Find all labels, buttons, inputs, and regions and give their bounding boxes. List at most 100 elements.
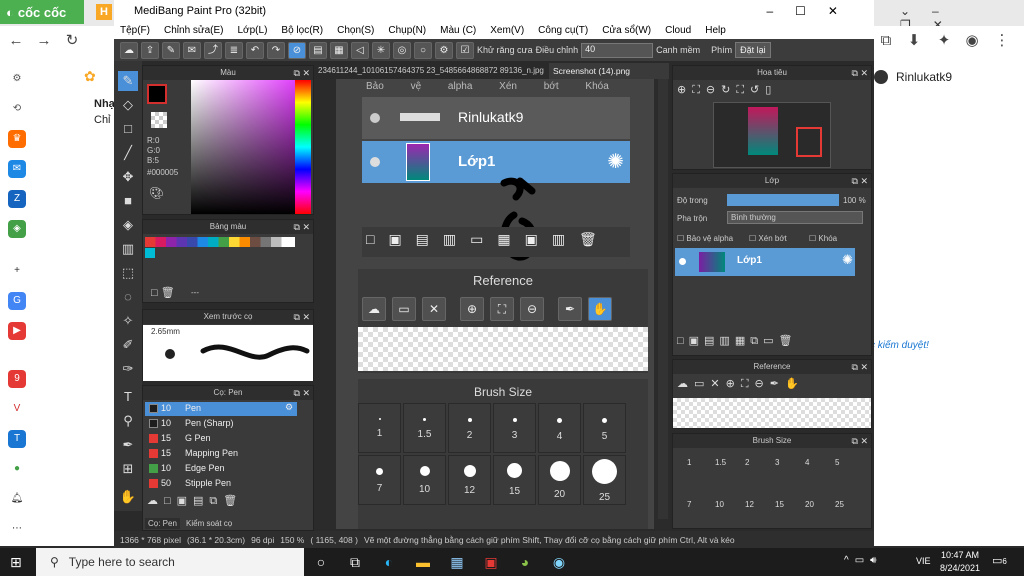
gear-icon[interactable]: ⚙ xyxy=(435,41,453,59)
undo-icon[interactable]: ↶ xyxy=(246,41,264,59)
brush-item[interactable]: 10 Edge Pen xyxy=(145,462,297,476)
messenger-icon[interactable]: ✉ xyxy=(8,160,26,178)
shop-icon[interactable]: 9 xyxy=(8,370,26,388)
menu-icon[interactable]: ⋮ xyxy=(992,31,1012,51)
divide-tool-icon[interactable]: ⊞ xyxy=(118,459,138,479)
cortana-icon[interactable]: ○ xyxy=(304,548,338,576)
correction-select[interactable]: 40 xyxy=(581,42,654,58)
reset-button[interactable]: Đặt lại xyxy=(735,42,771,58)
concentric-icon[interactable]: ◎ xyxy=(393,41,411,59)
coccoc-taskbar-icon[interactable]: ◕ xyxy=(508,548,542,576)
brush-item[interactable]: 10 Pen ⚙ xyxy=(145,402,297,416)
radial-icon[interactable]: ✳ xyxy=(372,41,390,59)
panel-close-icon[interactable]: ⧉ ✕ xyxy=(294,310,310,324)
layer-row[interactable]: Lớp1 ✺ xyxy=(675,248,855,276)
menu-tools[interactable]: Công cụ(T) xyxy=(538,25,588,36)
brush-settings-icon[interactable]: ⚙ xyxy=(285,402,293,413)
brush-size-grid[interactable]: 1 1.5 2 3 4 5 7 10 12 15 20 25 xyxy=(675,450,855,528)
panel-close-icon[interactable]: ⧉ ✕ xyxy=(294,66,310,80)
operation-tool-icon[interactable]: ⚲ xyxy=(118,411,138,431)
menu-view[interactable]: Xem(V) xyxy=(490,25,524,36)
navigator-viewport[interactable] xyxy=(796,127,822,157)
antialias-checkbox[interactable]: ☑ xyxy=(456,41,474,59)
more-icon[interactable]: ⋯ xyxy=(8,520,26,538)
layer-actions-icon[interactable]: □▣▤▥▦⧉▭🗑︎ xyxy=(677,334,797,348)
primary-color-swatch[interactable] xyxy=(147,84,167,104)
comment-icon[interactable]: ✎ xyxy=(162,41,180,59)
windows-start-icon[interactable]: ⊞ xyxy=(10,554,22,571)
select-eraser-tool-icon[interactable]: ✑ xyxy=(118,359,138,379)
move-tool-icon[interactable]: ✥ xyxy=(118,167,138,187)
extension-icon[interactable]: ⧉ xyxy=(876,31,896,51)
coccoc-tab[interactable]: ◐ cốc cốc xyxy=(0,0,84,24)
layers-icon[interactable]: ≣ xyxy=(225,41,243,59)
palette-swatch-cyan[interactable] xyxy=(145,248,155,258)
brush-tool-icon[interactable]: ✎ xyxy=(118,71,138,91)
history-icon[interactable]: ⟲ xyxy=(8,100,26,118)
brush-item[interactable]: 50 Stipple Pen xyxy=(145,477,297,491)
notification-icon[interactable]: ▭6 xyxy=(992,554,1007,567)
menu-color[interactable]: Màu (C) xyxy=(440,25,476,36)
panel-close-icon[interactable]: ⧉ ✕ xyxy=(852,174,868,188)
menu-window[interactable]: Cửa sổ(W) xyxy=(602,25,651,36)
task-view-icon[interactable]: ⧉ xyxy=(338,548,372,576)
lock-checkbox[interactable]: ☐ Khóa xyxy=(809,234,837,243)
gradient-tool-icon[interactable]: ▥ xyxy=(118,239,138,259)
canvas-document[interactable]: Bảo vệ alpha Xén bớt Khóa Rinlukatk9 Lớp… xyxy=(336,79,654,529)
chat-icon[interactable]: ✉ xyxy=(183,41,201,59)
hatch-icon[interactable]: ▤ xyxy=(309,41,327,59)
panel-close-icon[interactable]: ⧉ ✕ xyxy=(852,66,868,80)
text-tool-icon[interactable]: T xyxy=(118,387,138,407)
panel-close-icon[interactable]: ⧉ ✕ xyxy=(294,386,310,400)
reload-icon[interactable]: ↻ xyxy=(62,31,82,51)
add-icon[interactable]: + xyxy=(8,262,26,280)
translate-icon[interactable]: G xyxy=(8,292,26,310)
reference-area[interactable] xyxy=(673,398,871,428)
visibility-icon[interactable] xyxy=(679,258,686,265)
palette-icon[interactable]: 🎨︎ xyxy=(149,186,164,200)
panel-close-icon[interactable]: ⧉ ✕ xyxy=(852,434,868,448)
grid-icon[interactable]: ▦ xyxy=(330,41,348,59)
forbid-icon[interactable]: ⊘ xyxy=(288,41,306,59)
palette-swatches[interactable] xyxy=(145,237,295,247)
edge-icon[interactable]: ◐ xyxy=(372,548,406,576)
tray-date[interactable]: 8/24/2021 xyxy=(938,563,982,573)
panel-close-icon[interactable]: ⧉ ✕ xyxy=(852,360,868,374)
gift-icon[interactable]: ▣ xyxy=(474,548,508,576)
menu-layer[interactable]: Lớp(L) xyxy=(238,25,268,36)
fill-rect-tool-icon[interactable]: ■ xyxy=(118,191,138,211)
menu-edit[interactable]: Chỉnh sửa(E) xyxy=(164,25,224,36)
crown-icon[interactable]: ♛ xyxy=(8,130,26,148)
forward-icon[interactable]: → xyxy=(34,31,54,51)
redo-icon[interactable]: ↷ xyxy=(267,41,285,59)
menu-filter[interactable]: Bộ lọc(R) xyxy=(281,25,323,36)
select-pen-tool-icon[interactable]: ✐ xyxy=(118,335,138,355)
eraser-tool-icon[interactable]: ◇ xyxy=(118,95,138,115)
canvas-vscroll[interactable] xyxy=(658,79,668,519)
magic-wand-tool-icon[interactable]: ✧ xyxy=(118,311,138,331)
layer-gear-icon[interactable]: ✺ xyxy=(842,252,853,268)
canvas-area[interactable]: Bảo vệ alpha Xén bớt Khóa Rinlukatk9 Lớp… xyxy=(314,79,670,529)
color-sv-picker[interactable] xyxy=(191,80,295,214)
menu-help[interactable]: Help xyxy=(705,25,726,36)
select-rect-tool-icon[interactable]: ⬚ xyxy=(118,263,138,283)
tray-time[interactable]: 10:47 AM xyxy=(940,550,980,560)
tab-jpg[interactable]: 234611244_10106157464375 23_548566486887… xyxy=(314,63,549,79)
puzzle-icon[interactable]: ✦ xyxy=(934,31,954,51)
alpha-protect-checkbox[interactable]: ☐ Bảo vệ alpha xyxy=(677,234,733,243)
tab-screenshot[interactable]: Screenshot (14).png xyxy=(549,63,669,79)
navigator-thumbnail[interactable] xyxy=(713,102,831,168)
brush-item[interactable]: 10 Pen (Sharp) xyxy=(145,417,297,431)
brush-item[interactable]: 15 G Pen xyxy=(145,432,297,446)
secondary-color-swatch[interactable] xyxy=(151,112,167,128)
blend-select[interactable]: Bình thường xyxy=(727,211,863,224)
tiki-icon[interactable]: T xyxy=(8,430,26,448)
menu-capture[interactable]: Chụp(N) xyxy=(388,25,426,36)
download-icon[interactable]: ⬇ xyxy=(904,31,924,51)
cloud-icon[interactable]: ☁ xyxy=(120,41,138,59)
lasso-tool-icon[interactable]: ◌ xyxy=(118,287,138,307)
circle-icon[interactable]: ○ xyxy=(414,41,432,59)
snap-label[interactable]: Canh mềm xyxy=(656,45,700,55)
menu-cloud[interactable]: Cloud xyxy=(665,25,691,36)
new-palette-icon[interactable]: □ 🗑︎ xyxy=(151,286,175,299)
